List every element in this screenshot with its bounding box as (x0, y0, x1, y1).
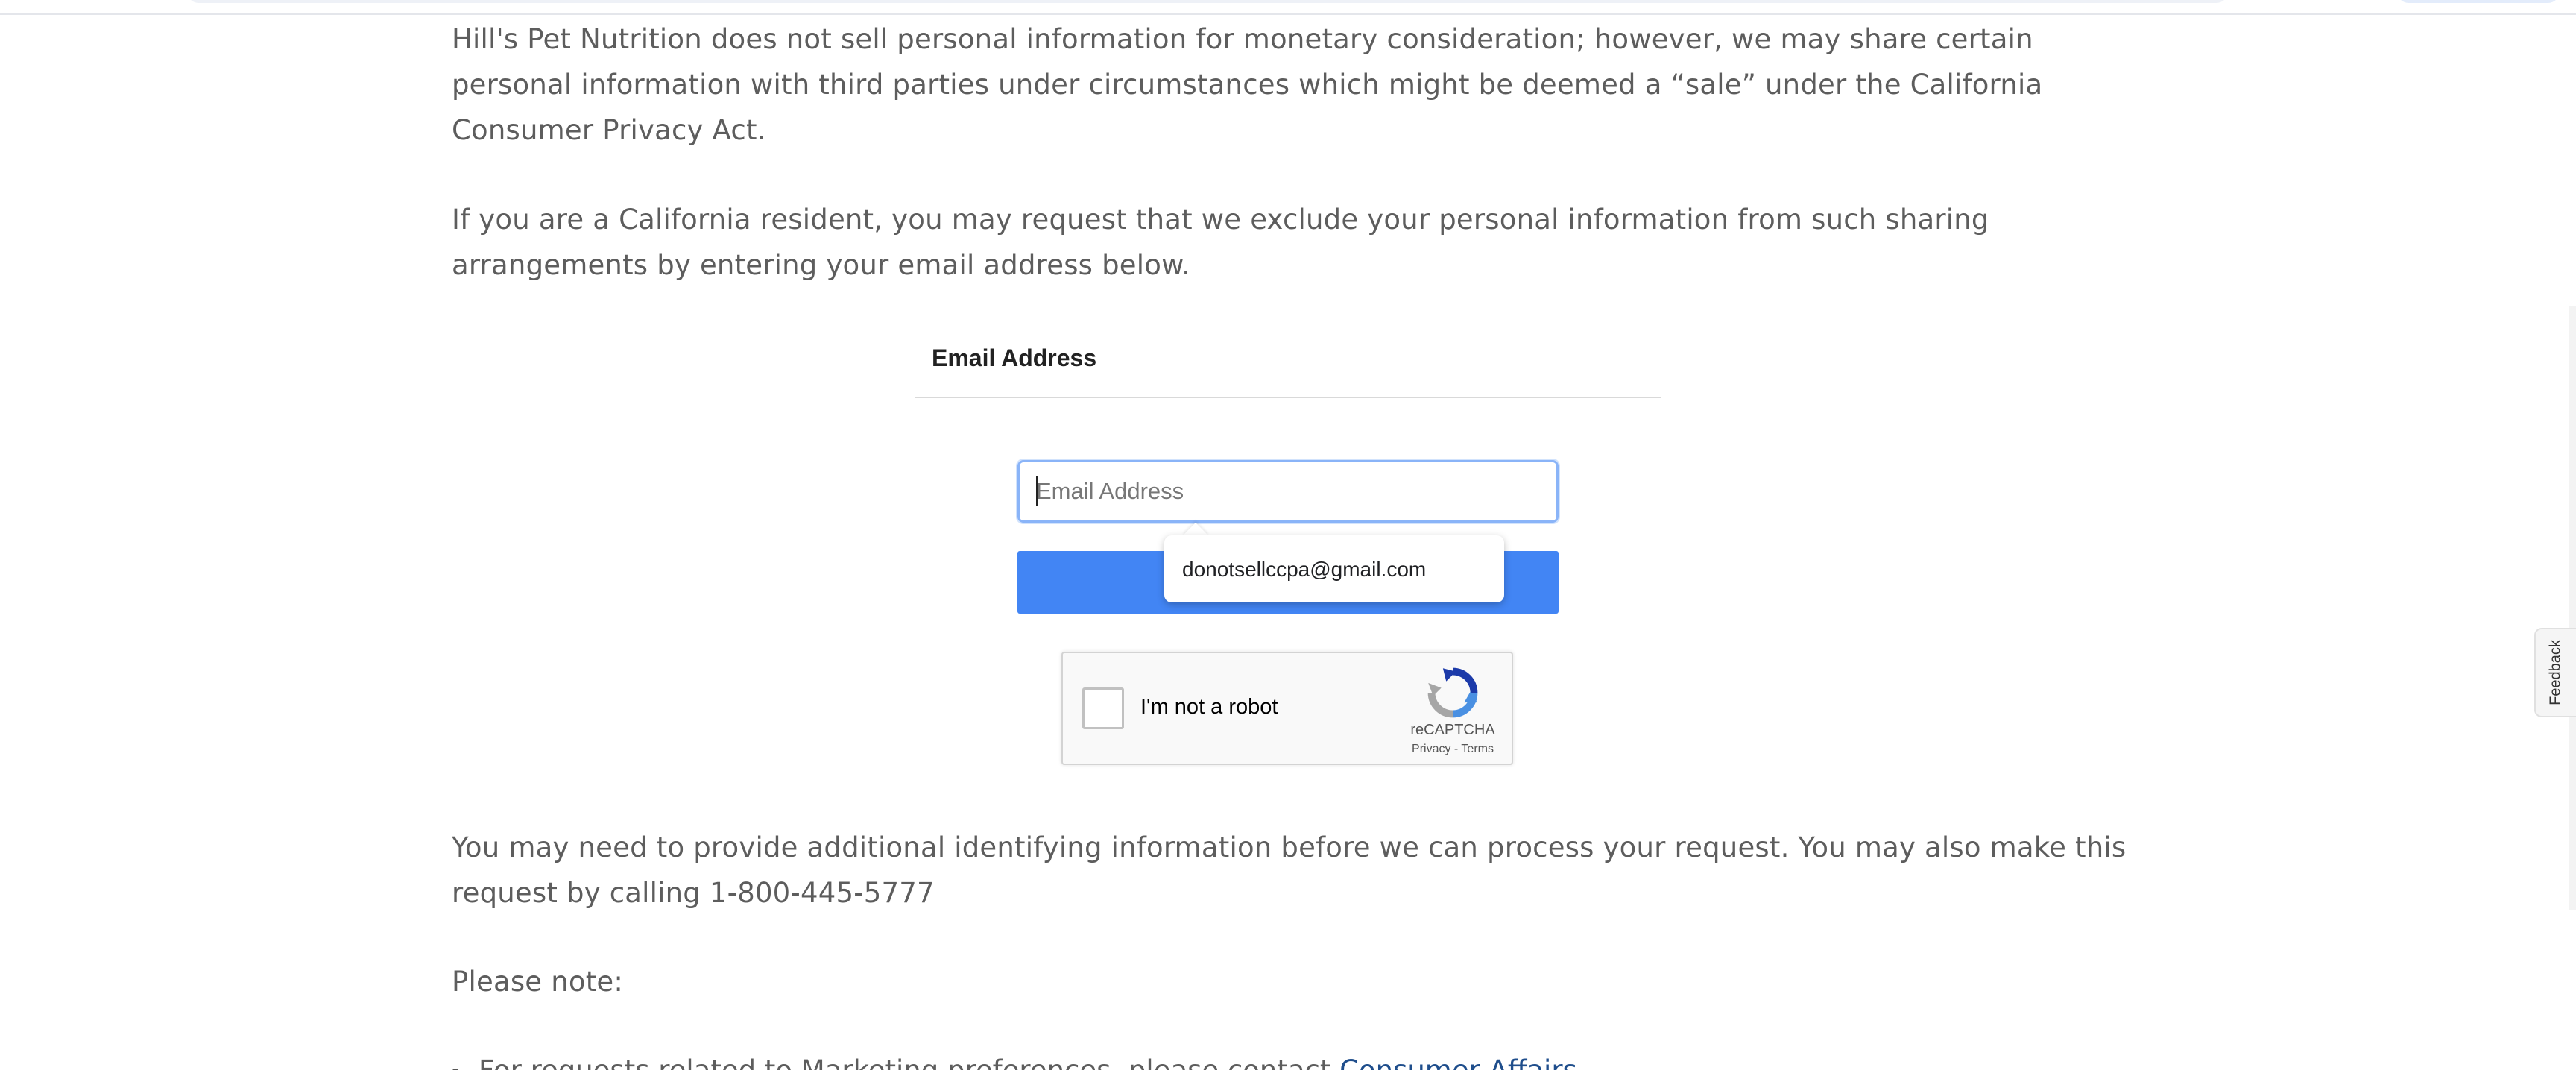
browser-top-strip (0, 0, 2576, 15)
email-input[interactable] (1017, 460, 1559, 523)
autofill-suggestion[interactable]: donotsellccpa@gmail.com (1164, 535, 1504, 602)
please-note-heading: Please note: (452, 966, 624, 998)
recaptcha-logo-icon (1427, 667, 1478, 718)
list-item: For requests related to Marketing prefer… (452, 1048, 1577, 1070)
text-caret (1036, 476, 1038, 506)
page: Hill's Pet Nutrition does not sell perso… (0, 0, 2576, 1070)
feedback-button[interactable]: Feedback (2534, 628, 2576, 717)
bullet-text: For requests related to Marketing prefer… (479, 1054, 1339, 1070)
additional-info-paragraph: You may need to provide additional ident… (452, 831, 2127, 909)
recaptcha-privacy-terms-links[interactable]: Privacy - Terms (1397, 743, 1509, 756)
feedback-label: Feedback (2547, 640, 2564, 705)
sale-disclosure-paragraph: Hill's Pet Nutrition does not sell perso… (452, 23, 2043, 146)
recaptcha-checkbox[interactable] (1082, 687, 1124, 729)
address-bar[interactable] (186, 0, 2229, 3)
consumer-affairs-link[interactable]: Consumer Affairs (1339, 1054, 1577, 1070)
scrollbar[interactable] (2569, 306, 2576, 910)
email-form-label: Email Address (932, 344, 1097, 371)
recaptcha-brand: reCAPTCHA (1410, 722, 1495, 738)
recaptcha-widget: I'm not a robot reCAPTCHA Privacy - Term… (1061, 652, 1513, 765)
form-divider (915, 397, 1661, 398)
opt-out-instructions-paragraph: If you are a California resident, you ma… (452, 204, 1989, 281)
recaptcha-label: I'm not a robot (1140, 695, 1278, 719)
toolbar-button[interactable] (2396, 0, 2560, 3)
autofill-suggestion-text: donotsellccpa@gmail.com (1182, 558, 1427, 581)
